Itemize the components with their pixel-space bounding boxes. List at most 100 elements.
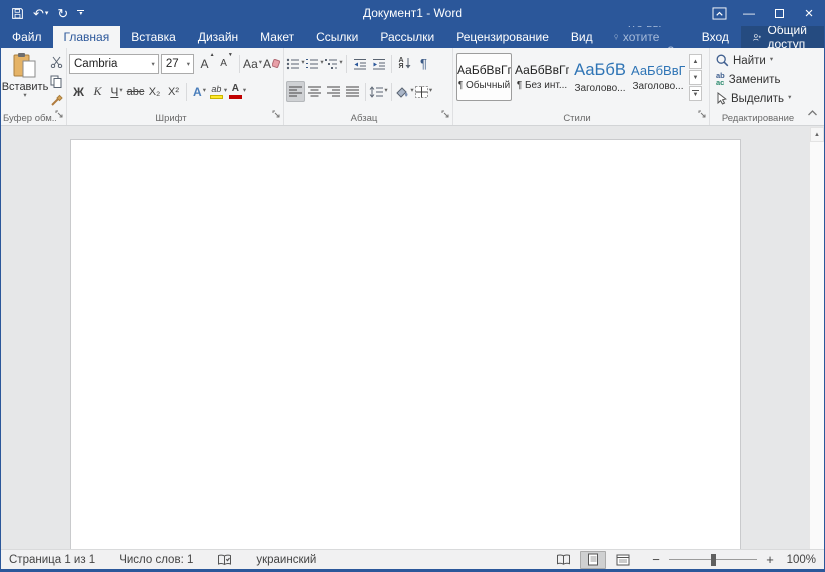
line-spacing-button[interactable]: ▾ (369, 81, 388, 102)
maximize-button[interactable] (764, 0, 794, 26)
style-no-spacing[interactable]: АаБбВвГг, ¶ Без инт... (514, 53, 570, 101)
tab-view[interactable]: Вид (560, 26, 604, 48)
tab-layout[interactable]: Макет (249, 26, 305, 48)
find-button[interactable]: Найти ▾ (716, 51, 812, 70)
copy-icon (50, 75, 62, 88)
separator (391, 83, 392, 101)
show-formatting-button[interactable]: ¶ (414, 53, 433, 74)
document-page[interactable] (70, 139, 741, 549)
style-heading1[interactable]: АаБбВ Заголово... (572, 53, 628, 101)
font-dialog-launcher[interactable] (272, 105, 280, 123)
text-effects-button[interactable]: А▾ (190, 81, 209, 102)
clipboard-dialog-launcher[interactable] (55, 105, 63, 123)
cut-button[interactable] (47, 54, 65, 70)
zoom-slider-thumb[interactable] (711, 554, 716, 566)
font-name-combo[interactable]: ▾ (69, 54, 159, 74)
style-heading2[interactable]: АаБбВвГ Заголово... (630, 53, 686, 101)
superscript-button[interactable]: Х² (164, 81, 183, 102)
close-button[interactable]: × (794, 0, 824, 26)
scroll-up-button[interactable]: ▲ (810, 127, 824, 142)
align-right-button[interactable] (324, 81, 343, 102)
paragraph-group: ▾ ▾ ▾ (284, 48, 453, 125)
document-area: ▲ (1, 126, 824, 549)
shading-button[interactable]: ▾ (395, 81, 414, 102)
tab-file[interactable]: Файл (1, 26, 53, 48)
select-button[interactable]: Выделить ▾ (716, 89, 812, 108)
subscript-button[interactable]: Х₂ (145, 81, 164, 102)
maximize-icon (775, 9, 784, 18)
language-indicator[interactable]: украинский (248, 550, 324, 569)
align-left-button[interactable] (286, 81, 305, 102)
grow-arrow-icon: ▲ (210, 53, 215, 58)
page-indicator[interactable]: Страница 1 из 1 (9, 550, 103, 569)
dialog-launcher-icon (272, 110, 280, 118)
decrease-indent-icon (353, 58, 367, 70)
zoom-control: − + (650, 552, 776, 567)
ribbon: Вставить ▾ Буфер обм... (1, 48, 824, 126)
font-group-label: Шрифт (69, 113, 273, 124)
sort-button[interactable]: АЯ (395, 53, 414, 74)
tab-references[interactable]: Ссылки (305, 26, 369, 48)
minimize-button[interactable]: — (734, 0, 764, 26)
tab-review[interactable]: Рецензирование (445, 26, 560, 48)
font-color-button[interactable]: А ▾ (228, 81, 247, 102)
decrease-indent-button[interactable] (350, 53, 369, 74)
person-add-icon (753, 31, 762, 44)
paste-button[interactable]: Вставить ▾ (3, 51, 47, 110)
justify-button[interactable] (343, 81, 362, 102)
web-layout-button[interactable] (610, 551, 636, 569)
borders-icon (415, 86, 428, 98)
word-count[interactable]: Число слов: 1 (111, 550, 201, 569)
increase-indent-button[interactable] (369, 53, 388, 74)
align-center-button[interactable] (305, 81, 324, 102)
redo-button[interactable]: ↻ (57, 7, 68, 20)
tab-home[interactable]: Главная (53, 26, 121, 48)
share-button[interactable]: Общий доступ (741, 26, 825, 48)
styles-scroll-down-button[interactable]: ▼ (689, 70, 702, 85)
collapse-ribbon-button[interactable] (807, 104, 818, 122)
bold-button[interactable]: Ж (69, 81, 88, 102)
styles-group: АаБбВвГг, ¶ Обычный АаБбВвГг, ¶ Без инт.… (453, 48, 710, 125)
styles-scroll-up-button[interactable]: ▲ (689, 54, 702, 69)
zoom-out-button[interactable]: − (650, 552, 662, 567)
separator (239, 55, 240, 73)
zoom-level[interactable]: 100% (780, 554, 816, 566)
style-normal[interactable]: АаБбВвГг, ¶ Обычный (456, 53, 512, 101)
sign-in-button[interactable]: Вход (690, 26, 741, 48)
shrink-font-button[interactable]: А▼ (217, 53, 236, 74)
replace-button[interactable]: abac Заменить (716, 70, 812, 89)
bullets-button[interactable]: ▾ (286, 53, 305, 74)
styles-dialog-launcher[interactable] (698, 105, 706, 123)
select-cursor-icon (716, 92, 727, 105)
change-case-button[interactable]: Аа▾ (243, 53, 262, 74)
grow-font-button[interactable]: А▲ (198, 53, 217, 74)
undo-button[interactable]: ↶▾ (33, 7, 48, 20)
styles-more-button[interactable]: ▼ (689, 86, 702, 101)
zoom-slider[interactable] (669, 553, 757, 567)
numbering-button[interactable]: ▾ (305, 53, 324, 74)
read-mode-button[interactable] (550, 551, 576, 569)
underline-button[interactable]: Ч▾ (107, 81, 126, 102)
qat-customize-button[interactable]: ▾ (77, 10, 84, 16)
tell-me-box[interactable]: Что вы хотите сделать? (604, 26, 690, 48)
font-name-input[interactable] (70, 55, 158, 73)
save-button[interactable] (11, 7, 24, 20)
proofing-status[interactable] (209, 550, 240, 569)
strikethrough-button[interactable]: abc (126, 81, 145, 102)
borders-button[interactable]: ▾ (414, 81, 433, 102)
clear-formatting-button[interactable]: А (262, 53, 281, 74)
copy-button[interactable] (47, 73, 65, 89)
zoom-in-button[interactable]: + (764, 552, 776, 567)
vertical-scrollbar[interactable]: ▲ (809, 127, 824, 549)
tab-insert[interactable]: Вставка (120, 26, 187, 48)
ribbon-display-options-button[interactable] (704, 0, 734, 26)
highlight-color-button[interactable]: ab ▾ (209, 81, 228, 102)
multilevel-list-button[interactable]: ▾ (324, 53, 343, 74)
font-size-combo[interactable]: ▾ (161, 54, 194, 74)
tab-mailings[interactable]: Рассылки (369, 26, 445, 48)
print-layout-button[interactable] (580, 551, 606, 569)
highlight-icon: ab (210, 85, 223, 99)
italic-button[interactable]: К (88, 81, 107, 102)
tab-design[interactable]: Дизайн (187, 26, 249, 48)
paragraph-dialog-launcher[interactable] (441, 105, 449, 123)
